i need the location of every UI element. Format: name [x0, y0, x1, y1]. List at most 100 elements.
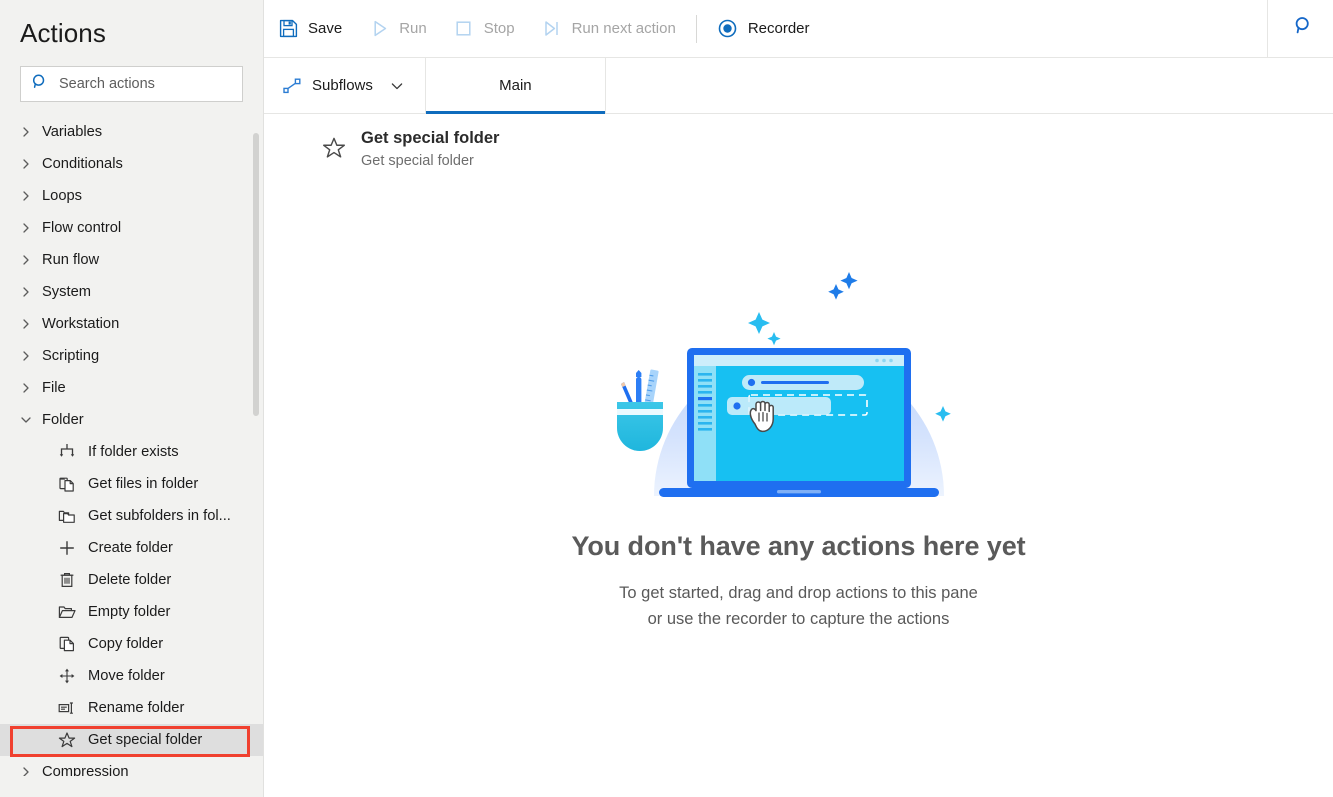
sidebar-group-label: Flow control [42, 220, 122, 236]
tab-main[interactable]: Main [425, 58, 606, 114]
sidebar-group-scripting[interactable]: Scripting [0, 340, 263, 372]
recorder-button[interactable]: Recorder [704, 0, 823, 58]
sidebar-scrollbar[interactable] [253, 130, 259, 770]
save-label: Save [308, 20, 343, 37]
sidebar-item-label: Copy folder [88, 636, 164, 652]
sidebar-item-empty-folder[interactable]: Empty folder [0, 596, 263, 628]
empty-state-subtitle: To get started, drag and drop actions to… [619, 580, 978, 632]
sidebar-group-loops[interactable]: Loops [0, 180, 263, 212]
trash-icon [55, 568, 79, 592]
sidebar-item-label: If folder exists [88, 444, 179, 460]
sidebar-group-flow-control[interactable]: Flow control [0, 212, 263, 244]
star-icon [55, 728, 79, 752]
sidebar-item-create-folder[interactable]: Create folder [0, 532, 263, 564]
save-button[interactable]: Save [264, 0, 355, 58]
empty-state-title: You don't have any actions here yet [571, 531, 1026, 561]
sidebar-group-label: Loops [42, 188, 83, 204]
sidebar-group-label: Scripting [42, 348, 100, 364]
power-automate-desktop-window: Actions Variables Conditi [0, 0, 1333, 797]
chevron-right-icon [20, 212, 40, 244]
move-arrows-icon [55, 664, 79, 688]
sidebar-item-get-files-in-folder[interactable]: Get files in folder [0, 468, 263, 500]
search-actions-box[interactable] [20, 66, 243, 102]
main-area: Save Run Stop Run next action Recorder S… [264, 0, 1333, 797]
toolbar-divider [695, 14, 697, 43]
toolbar: Save Run Stop Run next action Recorder [264, 0, 1333, 58]
sidebar-item-label: Get special folder [88, 732, 203, 748]
play-icon [368, 18, 390, 40]
sidebar-group-label: Folder [42, 412, 84, 428]
sidebar-title: Actions [20, 18, 106, 48]
sidebar-item-move-folder[interactable]: Move folder [0, 660, 263, 692]
branch-arrows-icon [55, 440, 79, 464]
sidebar-item-if-folder-exists[interactable]: If folder exists [0, 436, 263, 468]
record-icon [717, 18, 739, 40]
tabbar: Subflows Main [264, 58, 1333, 114]
toolbar-search-button[interactable] [1267, 0, 1333, 58]
sidebar-group-system[interactable]: System [0, 276, 263, 308]
sidebar-item-copy-folder[interactable]: Copy folder [0, 628, 263, 660]
actions-sidebar: Actions Variables Conditi [0, 0, 264, 797]
sidebar-group-run-flow[interactable]: Run flow [0, 244, 263, 276]
chevron-right-icon [20, 180, 40, 212]
sidebar-item-delete-folder[interactable]: Delete folder [0, 564, 263, 596]
chevron-right-icon [20, 756, 40, 776]
stop-icon [453, 18, 475, 40]
drag-ghost-title: Get special folder [361, 129, 500, 147]
run-next-action-label: Run next action [571, 20, 676, 37]
empty-state-subtitle-line2: or use the recorder to capture the actio… [647, 610, 950, 628]
copy-icon [55, 632, 79, 656]
chevron-right-icon [20, 372, 40, 404]
folders-icon [55, 504, 79, 528]
flow-canvas[interactable]: Get special folder Get special folder Yo… [264, 114, 1333, 797]
copy-files-icon [55, 472, 79, 496]
chevron-right-icon [20, 340, 40, 372]
sidebar-item-label: Rename folder [88, 700, 185, 716]
sidebar-group-workstation[interactable]: Workstation [0, 308, 263, 340]
empty-state-subtitle-line1: To get started, drag and drop actions to… [619, 584, 978, 602]
sidebar-group-label: File [42, 380, 66, 396]
sidebar-item-get-special-folder[interactable]: Get special folder [0, 724, 263, 756]
recorder-label: Recorder [747, 20, 810, 37]
sidebar-item-get-subfolders-in-folder[interactable]: Get subfolders in fol... [0, 500, 263, 532]
chevron-right-icon [20, 308, 40, 340]
sidebar-group-label: Conditionals [42, 156, 123, 172]
sidebar-item-label: Get subfolders in fol... [88, 508, 231, 524]
chevron-right-icon [20, 244, 40, 276]
chevron-right-icon [20, 276, 40, 308]
run-label: Run [399, 20, 427, 37]
sidebar-group-conditionals[interactable]: Conditionals [0, 148, 263, 180]
drag-ghost-item: Get special folder Get special folder [321, 127, 499, 171]
search-input[interactable] [59, 76, 232, 92]
sidebar-group-file[interactable]: File [0, 372, 263, 404]
sidebar-group-label: Workstation [42, 316, 120, 332]
sidebar-group-variables[interactable]: Variables [0, 116, 263, 148]
empty-state: You don't have any actions here yet To g… [264, 234, 1333, 632]
save-icon [277, 18, 299, 40]
subflow-icon [282, 76, 302, 96]
sidebar-group-folder[interactable]: Folder [0, 404, 263, 436]
sidebar-item-label: Empty folder [88, 604, 171, 620]
actions-tree: Variables Conditionals Loops Flow contro… [0, 116, 263, 776]
chevron-right-icon [20, 148, 40, 180]
run-button[interactable]: Run [355, 0, 440, 58]
stop-button[interactable]: Stop [440, 0, 528, 58]
chevron-down-icon [20, 404, 40, 436]
sidebar-item-label: Delete folder [88, 572, 172, 588]
subflows-dropdown[interactable]: Subflows [264, 58, 426, 113]
sidebar-item-label: Move folder [88, 668, 165, 684]
drag-ghost-subtitle: Get special folder [361, 153, 474, 169]
sidebar-item-label: Get files in folder [88, 476, 199, 492]
stop-label: Stop [483, 20, 515, 37]
plus-icon [55, 536, 79, 560]
sidebar-group-compression[interactable]: Compression [0, 756, 263, 776]
sidebar-group-label: Variables [42, 124, 103, 140]
run-next-action-button[interactable]: Run next action [528, 0, 689, 58]
search-icon [1289, 14, 1313, 43]
chevron-right-icon [20, 116, 40, 148]
search-icon [31, 73, 49, 96]
sidebar-group-label: Compression [42, 764, 129, 776]
step-over-icon [541, 18, 563, 40]
sidebar-scrollbar-thumb[interactable] [253, 133, 259, 416]
sidebar-item-rename-folder[interactable]: Rename folder [0, 692, 263, 724]
